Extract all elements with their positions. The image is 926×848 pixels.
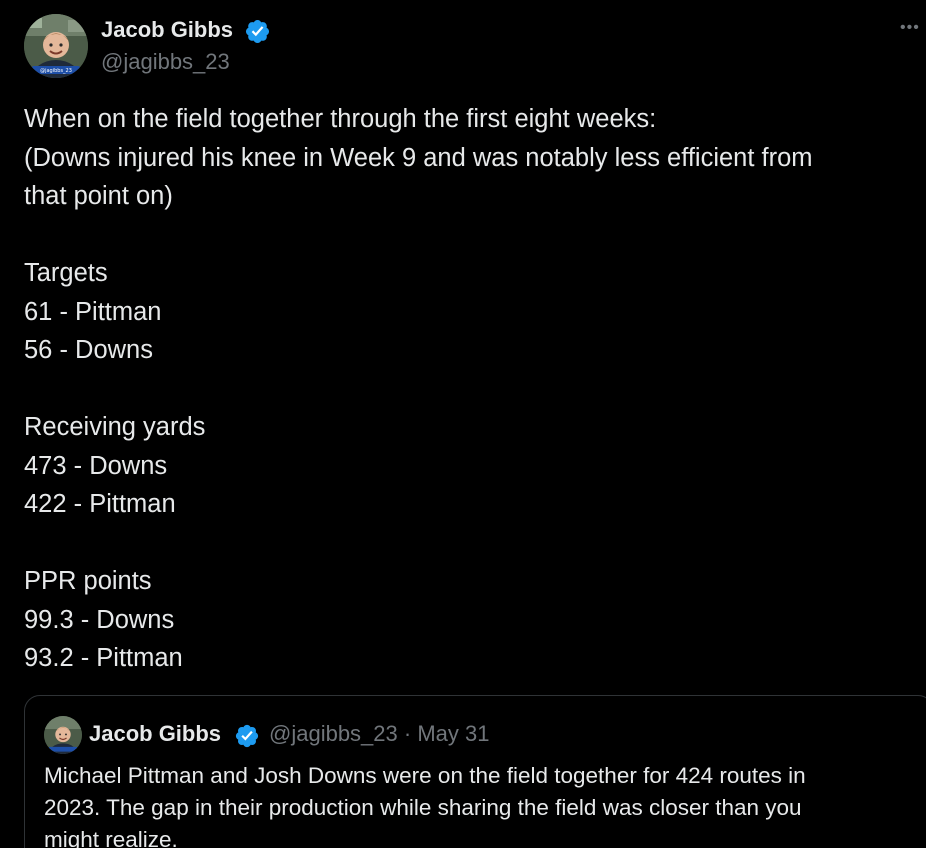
quoted-verified-badge-icon [235, 724, 259, 748]
quoted-line: might realize. [44, 827, 178, 848]
quoted-author-name[interactable]: Jacob Gibbs [89, 720, 221, 748]
tweet-line: 473 - Downs [24, 451, 168, 480]
tweet-line: that point on) [24, 182, 173, 210]
tweet-line: 99.3 - Downs [24, 605, 175, 634]
tweet-line: Targets [24, 259, 108, 287]
tweet-line: 56 - Downs [24, 336, 153, 364]
tweet-line: (Downs injured his knee in Week 9 and wa… [24, 143, 813, 172]
quoted-line: 2023. The gap in their production while … [44, 795, 802, 820]
tweet-line: 93.2 - Pittman [24, 644, 183, 672]
tweet-line: 61 - Pittman [24, 297, 162, 326]
author-name[interactable]: Jacob Gibbs [101, 16, 233, 44]
tweet-text: When on the field together through the f… [24, 100, 914, 678]
quoted-author-handle[interactable]: @jagibbs_23 [269, 721, 398, 746]
quoted-date[interactable]: May 31 [417, 721, 489, 746]
quoted-author-avatar[interactable] [44, 716, 82, 754]
author-avatar[interactable]: @jagibbs_23 [24, 14, 88, 78]
tweet-line: Receiving yards [24, 413, 206, 441]
quoted-meta: @jagibbs_23 · May 31 [269, 720, 490, 748]
quoted-tweet-text: Michael Pittman and Josh Downs were on t… [44, 760, 914, 848]
tweet-line: When on the field together through the f… [24, 105, 657, 133]
quoted-line: Michael Pittman and Josh Downs were on t… [44, 763, 806, 788]
verified-badge-icon [245, 19, 270, 44]
avatar-image: @jagibbs_23 [24, 14, 88, 78]
meta-separator: · [403, 721, 412, 746]
author-handle[interactable]: @jagibbs_23 [101, 48, 230, 76]
tweet-line: 422 - Pittman [24, 490, 176, 518]
more-options-button[interactable]: ••• [900, 18, 926, 38]
avatar-caption: @jagibbs_23 [40, 68, 72, 74]
tweet-line: PPR points [24, 567, 152, 595]
tweet: @jagibbs_23 Jacob Gibbs @jagibbs_23 ••• … [0, 0, 926, 848]
quoted-tweet-card[interactable]: Jacob Gibbs @jagibbs_23 · May 31 Michael… [24, 695, 926, 848]
quoted-avatar-image [44, 716, 82, 754]
